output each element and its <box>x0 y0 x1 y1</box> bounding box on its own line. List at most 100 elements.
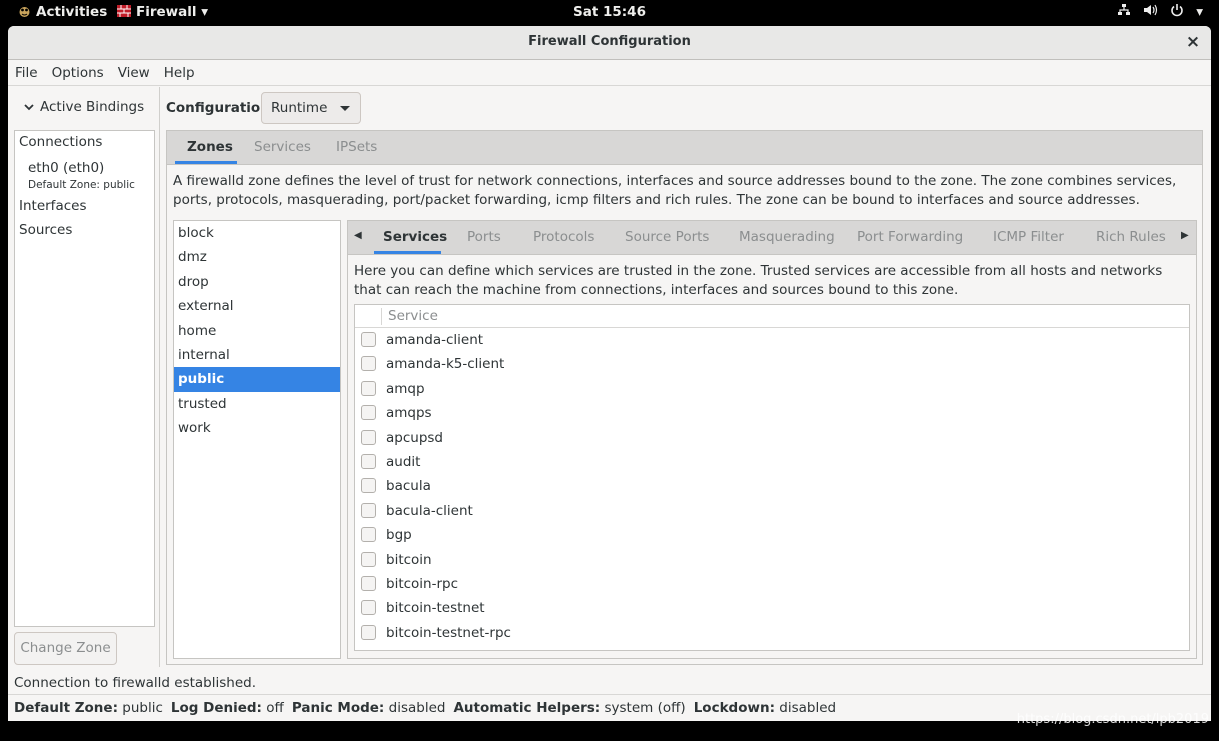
sources-header[interactable]: Sources <box>19 222 72 238</box>
zone-item-drop[interactable]: drop <box>174 270 340 294</box>
chevron-down-icon <box>340 106 350 111</box>
tab-source-ports[interactable]: Source Ports <box>625 229 709 245</box>
service-checkbox[interactable] <box>361 600 376 616</box>
network-icon <box>1117 3 1131 21</box>
table-row[interactable]: amanda-k5-client <box>355 352 1189 376</box>
service-name: amqp <box>386 380 425 397</box>
service-name: audit <box>386 453 421 470</box>
service-checkbox[interactable] <box>361 405 376 421</box>
close-icon[interactable]: × <box>1185 33 1201 51</box>
table-row[interactable]: amanda-client <box>355 328 1189 352</box>
table-row[interactable]: apcupsd <box>355 426 1189 450</box>
tab-zone-services[interactable]: Services <box>383 229 447 245</box>
active-bindings-toggle[interactable]: Active Bindings <box>24 99 144 115</box>
table-row[interactable]: amqp <box>355 377 1189 401</box>
service-checkbox[interactable] <box>361 502 376 518</box>
default-zone-status-label: Default Zone: <box>14 700 118 716</box>
service-column-header[interactable]: Service <box>388 308 438 324</box>
service-name: bacula <box>386 478 431 495</box>
service-checkbox[interactable] <box>361 624 376 640</box>
menu-file[interactable]: File <box>15 65 38 81</box>
tab-ipsets[interactable]: IPSets <box>336 139 377 155</box>
top-tabs: Zones Services IPSets <box>167 131 1202 165</box>
service-checkbox[interactable] <box>361 527 376 543</box>
chevron-down-icon <box>24 103 34 114</box>
column-separator <box>381 308 382 325</box>
zone-description: A firewalld zone defines the level of tr… <box>173 173 1177 208</box>
activities-button[interactable]: Activities <box>18 4 107 20</box>
default-zone-status[interactable]: Default Zone: public <box>14 700 163 716</box>
automatic-helpers-value: system (off) <box>604 700 686 716</box>
service-name: apcupsd <box>386 429 443 446</box>
connections-header[interactable]: Connections <box>19 134 102 150</box>
tab-port-forwarding[interactable]: Port Forwarding <box>857 229 963 245</box>
configuration-select[interactable]: Runtime <box>261 92 361 124</box>
service-checkbox[interactable] <box>361 551 376 567</box>
connection-status: Connection to firewalld established. <box>14 675 256 691</box>
default-zone-status-value: public <box>122 700 163 716</box>
automatic-helpers-label: Automatic Helpers: <box>453 700 601 716</box>
table-row[interactable]: bacula <box>355 474 1189 498</box>
table-row[interactable]: audit <box>355 450 1189 474</box>
zone-item-external[interactable]: external <box>174 294 340 318</box>
zone-item-work[interactable]: work <box>174 416 340 440</box>
zone-item-dmz[interactable]: dmz <box>174 245 340 269</box>
service-checkbox[interactable] <box>361 453 376 469</box>
menu-bar: File Options View Help <box>8 60 1211 86</box>
services-table-header: Service <box>355 305 1189 328</box>
left-panel: Active Bindings Connections eth0 (eth0) … <box>8 87 160 667</box>
services-description: Here you can define which services are t… <box>354 263 1163 298</box>
panic-mode-value: disabled <box>388 700 446 716</box>
zone-item-trusted[interactable]: trusted <box>174 392 340 416</box>
menu-view[interactable]: View <box>118 65 150 81</box>
system-menu[interactable]: ▾ <box>1117 3 1203 21</box>
activities-label: Activities <box>36 4 108 20</box>
zone-item-public[interactable]: public <box>174 367 340 392</box>
table-row[interactable]: bitcoin-testnet-rpc <box>355 621 1189 645</box>
panic-mode-status[interactable]: Panic Mode: disabled <box>292 700 446 716</box>
service-name: amanda-k5-client <box>386 356 505 373</box>
table-row[interactable]: bitcoin <box>355 548 1189 572</box>
tab-ports[interactable]: Ports <box>467 229 501 245</box>
service-name: bitcoin <box>386 551 432 568</box>
zone-item-home[interactable]: home <box>174 319 340 343</box>
change-zone-button[interactable]: Change Zone <box>14 632 117 665</box>
lockdown-status[interactable]: Lockdown: disabled <box>694 700 836 716</box>
log-denied-status[interactable]: Log Denied: off <box>171 700 284 716</box>
interfaces-header[interactable]: Interfaces <box>19 198 86 214</box>
tab-scroll-right-icon[interactable]: ▶ <box>1181 230 1189 241</box>
table-row[interactable]: bitcoin-testnet <box>355 596 1189 620</box>
clock[interactable]: Sat 15:46 <box>573 4 646 20</box>
tab-rich-rules[interactable]: Rich Rules <box>1096 229 1166 245</box>
tab-services[interactable]: Services <box>254 139 311 155</box>
menu-help[interactable]: Help <box>164 65 195 81</box>
service-checkbox[interactable] <box>361 478 376 494</box>
services-table: Service amanda-client amanda-k5-client a… <box>354 304 1190 651</box>
menu-options[interactable]: Options <box>52 65 104 81</box>
tab-icmp-filter[interactable]: ICMP Filter <box>993 229 1064 245</box>
tab-protocols[interactable]: Protocols <box>533 229 594 245</box>
zone-item-block[interactable]: block <box>174 221 340 245</box>
table-row[interactable]: amqps <box>355 401 1189 425</box>
service-checkbox[interactable] <box>361 429 376 445</box>
service-checkbox[interactable] <box>361 575 376 591</box>
zone-item-internal[interactable]: internal <box>174 343 340 367</box>
table-row[interactable]: bitcoin-rpc <box>355 572 1189 596</box>
service-checkbox[interactable] <box>361 356 376 372</box>
tab-scroll-left-icon[interactable]: ◀ <box>354 230 362 241</box>
zone-list: block dmz drop external home internal pu… <box>173 220 341 659</box>
table-row[interactable]: bgp <box>355 523 1189 547</box>
title-bar: Firewall Configuration × <box>8 26 1211 60</box>
lockdown-label: Lockdown: <box>693 700 775 716</box>
app-menu-button[interactable]: Firewall ▾ <box>116 4 208 20</box>
automatic-helpers-status[interactable]: Automatic Helpers: system (off) <box>453 700 685 716</box>
connection-item[interactable]: eth0 (eth0) <box>28 160 104 176</box>
service-checkbox[interactable] <box>361 332 376 347</box>
service-name: bitcoin-testnet <box>386 600 485 617</box>
lockdown-value: disabled <box>779 700 837 716</box>
table-row[interactable]: bacula-client <box>355 499 1189 523</box>
watermark: https://blog.csdn.net/lpb2019 <box>1016 712 1209 727</box>
tab-zones[interactable]: Zones <box>187 139 233 155</box>
service-checkbox[interactable] <box>361 380 376 396</box>
tab-masquerading[interactable]: Masquerading <box>739 229 835 245</box>
